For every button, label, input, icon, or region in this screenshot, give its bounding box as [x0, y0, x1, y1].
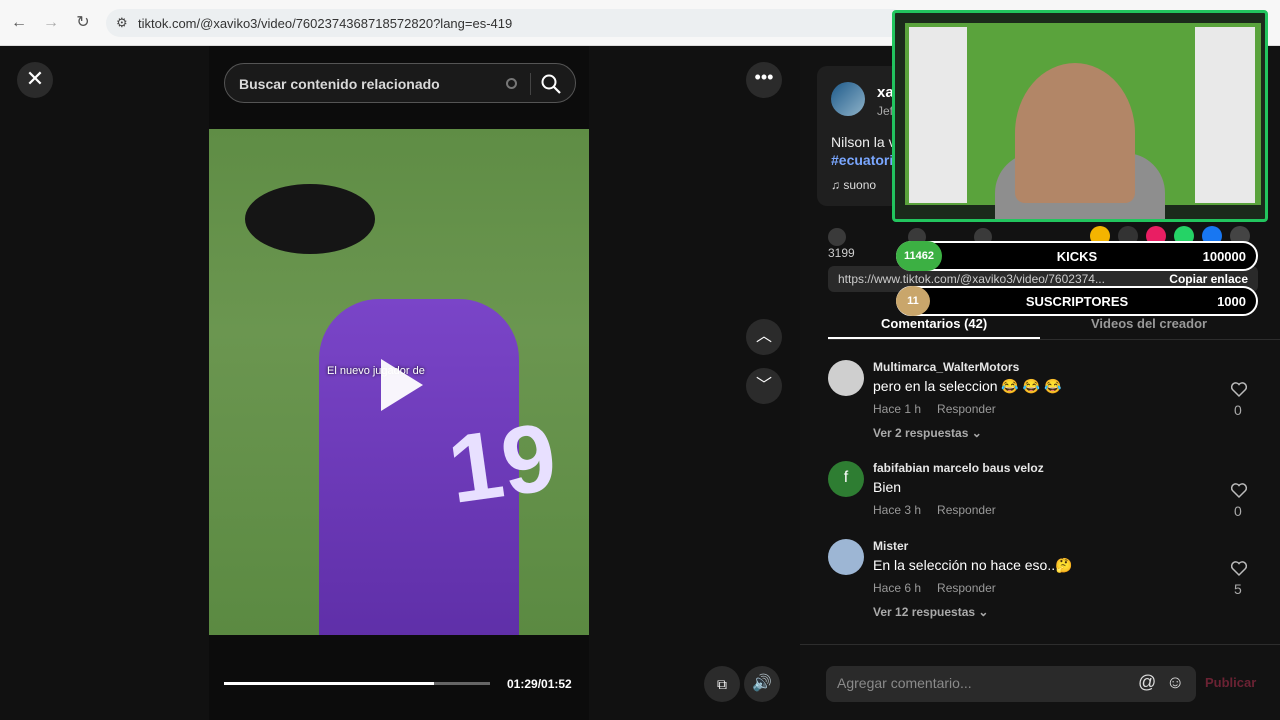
- reload-icon[interactable]: ↻: [72, 12, 94, 34]
- heart-icon: [828, 228, 846, 246]
- like-count: 3199: [828, 246, 855, 260]
- search-placeholder: Buscar contenido relacionado: [239, 76, 440, 92]
- kicks-goal-bar: 11462 KICKS 100000: [896, 241, 1258, 271]
- comment-like-icon[interactable]: [1230, 380, 1248, 398]
- video-viewer: ✕ Buscar contenido relacionado 19 El nue…: [0, 46, 800, 720]
- comment-time: Hace 1 h: [873, 402, 922, 416]
- video-progress-fill: [224, 682, 435, 685]
- comment-username[interactable]: Mister: [873, 539, 908, 553]
- comment-like-count: 0: [1234, 503, 1242, 519]
- comment-meta: Hace 3 h Responder: [873, 503, 1012, 517]
- pip-icon[interactable]: ⧉: [704, 666, 740, 702]
- panel-tabs: Comentarios (42) Videos del creador: [828, 312, 1280, 340]
- search-icon[interactable]: [540, 73, 562, 95]
- music-label[interactable]: ♫ suono: [831, 178, 876, 192]
- creator-subname: Jef: [877, 104, 894, 118]
- reply-button[interactable]: Responder: [937, 402, 996, 416]
- comment-meta: Hace 6 h Responder: [873, 581, 1012, 595]
- emoji-icon[interactable]: ☺: [1166, 672, 1184, 693]
- reply-button[interactable]: Responder: [937, 581, 996, 595]
- chevron-down-icon[interactable]: ﹀: [746, 368, 782, 404]
- volume-icon[interactable]: 🔊: [744, 666, 780, 702]
- copy-link-button[interactable]: Copiar enlace: [1169, 272, 1248, 286]
- view-replies-button[interactable]: Ver 12 respuestas ⌄: [873, 605, 988, 619]
- comment-input[interactable]: Agregar comentario... @ ☺: [826, 666, 1196, 702]
- search-divider: [530, 73, 531, 95]
- player-hair: [245, 184, 375, 254]
- close-icon[interactable]: ✕: [17, 62, 53, 98]
- loading-spinner-icon: [506, 78, 517, 89]
- music-title: suono: [843, 178, 877, 192]
- video-progress-bar[interactable]: [224, 682, 490, 685]
- video-player[interactable]: 19 El nuevo jugador de: [209, 129, 589, 635]
- commenter-avatar[interactable]: [828, 539, 864, 575]
- tab-creator-videos[interactable]: Videos del creador: [1091, 316, 1207, 331]
- comment-placeholder: Agregar comentario...: [837, 675, 972, 691]
- comment-meta: Hace 1 h Responder: [873, 402, 1012, 416]
- comment-like-icon[interactable]: [1230, 559, 1248, 577]
- mention-icon[interactable]: @: [1138, 672, 1156, 693]
- video-timecode: 01:29/01:52: [507, 677, 572, 691]
- creator-avatar[interactable]: [831, 82, 865, 116]
- url-text: tiktok.com/@xaviko3/video/76023743687185…: [138, 16, 513, 31]
- comment-item: f fabifabian marcelo baus veloz Bien Hac…: [828, 461, 1268, 521]
- reply-button[interactable]: Responder: [937, 503, 996, 517]
- webcam-shelf-right: [1195, 27, 1255, 203]
- play-icon[interactable]: [381, 359, 423, 411]
- comment-username[interactable]: Multimarca_WalterMotors: [873, 360, 1019, 374]
- like-action[interactable]: 3199: [828, 228, 855, 260]
- comment-text: pero en la seleccion 😂 😂 😂: [873, 378, 1062, 394]
- kicks-goal: 100000: [1202, 249, 1246, 264]
- address-bar[interactable]: ⚙ tiktok.com/@xaviko3/video/760237436871…: [106, 9, 906, 37]
- back-arrow-icon[interactable]: ←: [8, 12, 30, 34]
- comment-like-count: 0: [1234, 402, 1242, 418]
- comment-time: Hace 3 h: [873, 503, 922, 517]
- comment-text: Bien: [873, 479, 902, 495]
- forward-arrow-icon[interactable]: →: [40, 12, 62, 34]
- subs-label: SUSCRIPTORES: [1025, 294, 1129, 309]
- streamer-face: [1015, 63, 1135, 203]
- active-tab-indicator: [828, 337, 1040, 339]
- commenter-avatar[interactable]: [828, 360, 864, 396]
- chevron-up-icon[interactable]: ︿: [746, 319, 782, 355]
- search-input[interactable]: Buscar contenido relacionado: [224, 63, 576, 103]
- subs-goal: 1000: [1217, 294, 1246, 309]
- more-options-icon[interactable]: •••: [746, 62, 782, 98]
- webcam-overlay: [892, 10, 1268, 222]
- publish-button[interactable]: Publicar: [1205, 675, 1256, 690]
- comment-time: Hace 6 h: [873, 581, 922, 595]
- music-note-icon: ♫: [831, 178, 844, 192]
- comment-text: En la selección no hace eso..🤔: [873, 557, 1073, 573]
- video-description: Nilson la v: [831, 134, 896, 150]
- comment-like-count: 5: [1234, 581, 1242, 597]
- composer-divider: [800, 644, 1280, 645]
- comment-like-icon[interactable]: [1230, 481, 1248, 499]
- site-info-icon[interactable]: ⚙: [116, 15, 128, 31]
- comment-username[interactable]: fabifabian marcelo baus veloz: [873, 461, 1044, 475]
- subs-goal-bar: 11 SUSCRIPTORES 1000: [896, 286, 1258, 316]
- jersey-number: 19: [442, 403, 563, 524]
- comment-item: Multimarca_WalterMotors pero en la selec…: [828, 360, 1268, 440]
- video-link: https://www.tiktok.com/@xaviko3/video/76…: [838, 272, 1105, 286]
- view-replies-button[interactable]: Ver 2 respuestas ⌄: [873, 426, 982, 440]
- tab-comments[interactable]: Comentarios (42): [881, 316, 987, 331]
- comment-item: Mister En la selección no hace eso..🤔 Ha…: [828, 539, 1268, 619]
- commenter-avatar[interactable]: f: [828, 461, 864, 497]
- webcam-shelf-left: [909, 27, 967, 203]
- hashtag-link[interactable]: #ecuatori: [831, 152, 893, 168]
